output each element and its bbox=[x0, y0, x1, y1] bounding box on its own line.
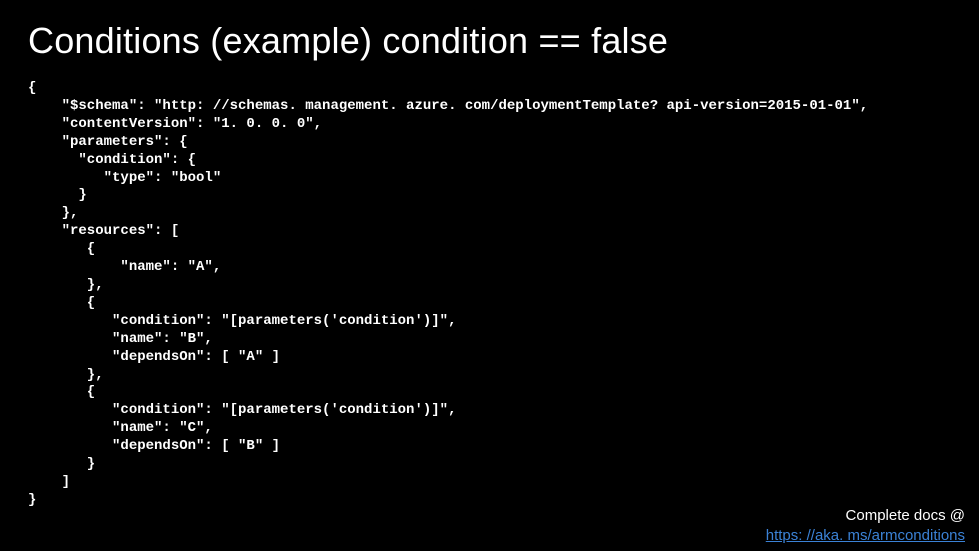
footer-link[interactable]: https: //aka. ms/armconditions bbox=[766, 527, 965, 544]
footer: Complete docs @ https: //aka. ms/armcond… bbox=[766, 506, 965, 545]
code-block: { "$schema": "http: //schemas. managemen… bbox=[28, 80, 951, 510]
footer-text: Complete docs @ bbox=[766, 506, 965, 526]
slide: Conditions (example) condition == false … bbox=[0, 0, 979, 551]
slide-title: Conditions (example) condition == false bbox=[28, 20, 951, 62]
